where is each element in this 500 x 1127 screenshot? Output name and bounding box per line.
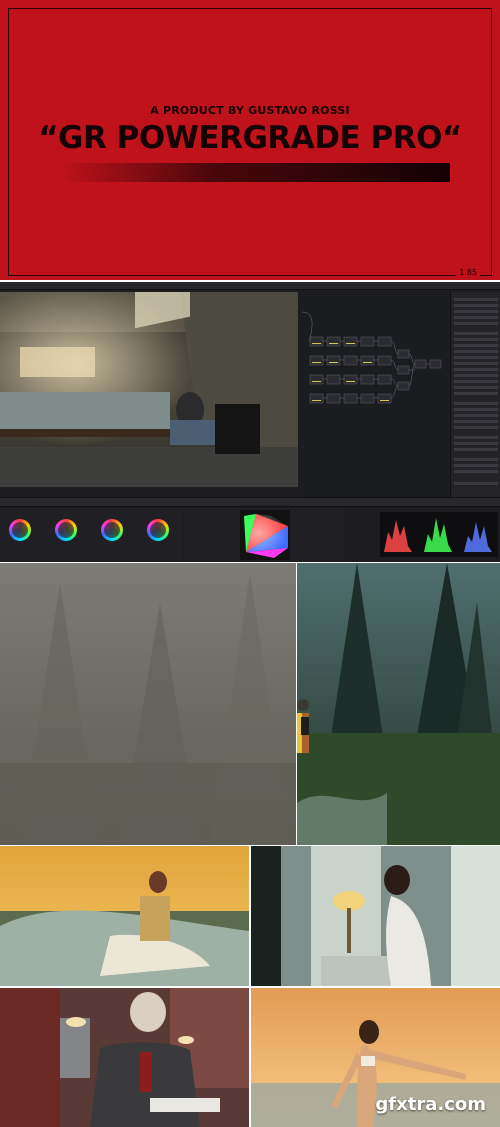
panel-row[interactable] <box>454 374 498 377</box>
lut-side-panel[interactable] <box>450 292 500 497</box>
panel-row[interactable] <box>454 408 498 411</box>
aspect-ratio-label: 1.85 <box>456 268 480 277</box>
panel-row[interactable] <box>454 304 498 307</box>
panel-row[interactable] <box>454 458 498 461</box>
banner-subtitle: A PRODUCT BY GUSTAVO ROSSI <box>150 104 350 117</box>
panel-row[interactable] <box>454 402 498 405</box>
node-graph-icon <box>301 311 442 404</box>
waveform-icon <box>384 518 492 552</box>
timeline-bar[interactable] <box>0 497 500 507</box>
ui-topbar <box>0 282 500 290</box>
panel-row[interactable] <box>454 470 498 473</box>
panel-row[interactable] <box>454 310 498 313</box>
panel-row[interactable] <box>454 392 498 395</box>
panel-row[interactable] <box>454 420 498 423</box>
color-wheel-icon[interactable] <box>101 519 123 541</box>
viewer-frame-image <box>0 292 298 497</box>
page: A PRODUCT BY GUSTAVO ROSSI “GR POWERGRAD… <box>0 0 500 1127</box>
panel-row[interactable] <box>454 332 498 335</box>
color-wheel-icon[interactable] <box>147 519 169 541</box>
panel-row[interactable] <box>454 386 498 389</box>
panel-row[interactable] <box>454 380 498 383</box>
panel-row[interactable] <box>454 338 498 341</box>
old-man-diner-image <box>0 988 249 1127</box>
panel-row[interactable] <box>454 298 498 301</box>
color-wheel-icon[interactable] <box>9 519 31 541</box>
panel-row[interactable] <box>454 436 498 439</box>
panel-row[interactable] <box>454 464 498 467</box>
forest-after-image <box>297 563 500 845</box>
woman-lamp-image <box>251 846 500 986</box>
color-grading-ui <box>0 282 500 562</box>
hue-curves-panel <box>184 508 344 560</box>
watermark-text: gfxtra.com <box>375 1094 486 1115</box>
banner-title: “GR POWERGRADE PRO“ <box>38 120 462 156</box>
panel-row[interactable] <box>454 356 498 359</box>
panel-row[interactable] <box>454 350 498 353</box>
panel-row[interactable] <box>454 344 498 347</box>
woman-sunset-image <box>0 846 249 986</box>
panel-row[interactable] <box>454 448 498 451</box>
panel-row[interactable] <box>454 414 498 417</box>
hue-fan-graphic <box>240 510 290 560</box>
video-viewer <box>0 292 298 497</box>
node-graph[interactable] <box>300 292 448 497</box>
color-wheels-panel <box>0 508 182 560</box>
panel-row[interactable] <box>454 322 498 325</box>
color-wheel-icon[interactable] <box>55 519 77 541</box>
title-banner: A PRODUCT BY GUSTAVO ROSSI “GR POWERGRAD… <box>0 0 500 280</box>
panel-row[interactable] <box>454 426 498 429</box>
waveform-scope <box>380 512 498 557</box>
panel-row[interactable] <box>454 368 498 371</box>
panel-row[interactable] <box>454 362 498 365</box>
panel-row[interactable] <box>454 442 498 445</box>
panel-row[interactable] <box>454 482 498 485</box>
forest-before-image <box>0 563 296 845</box>
banner-gradient-bar <box>60 163 450 182</box>
panel-row[interactable] <box>454 316 498 319</box>
